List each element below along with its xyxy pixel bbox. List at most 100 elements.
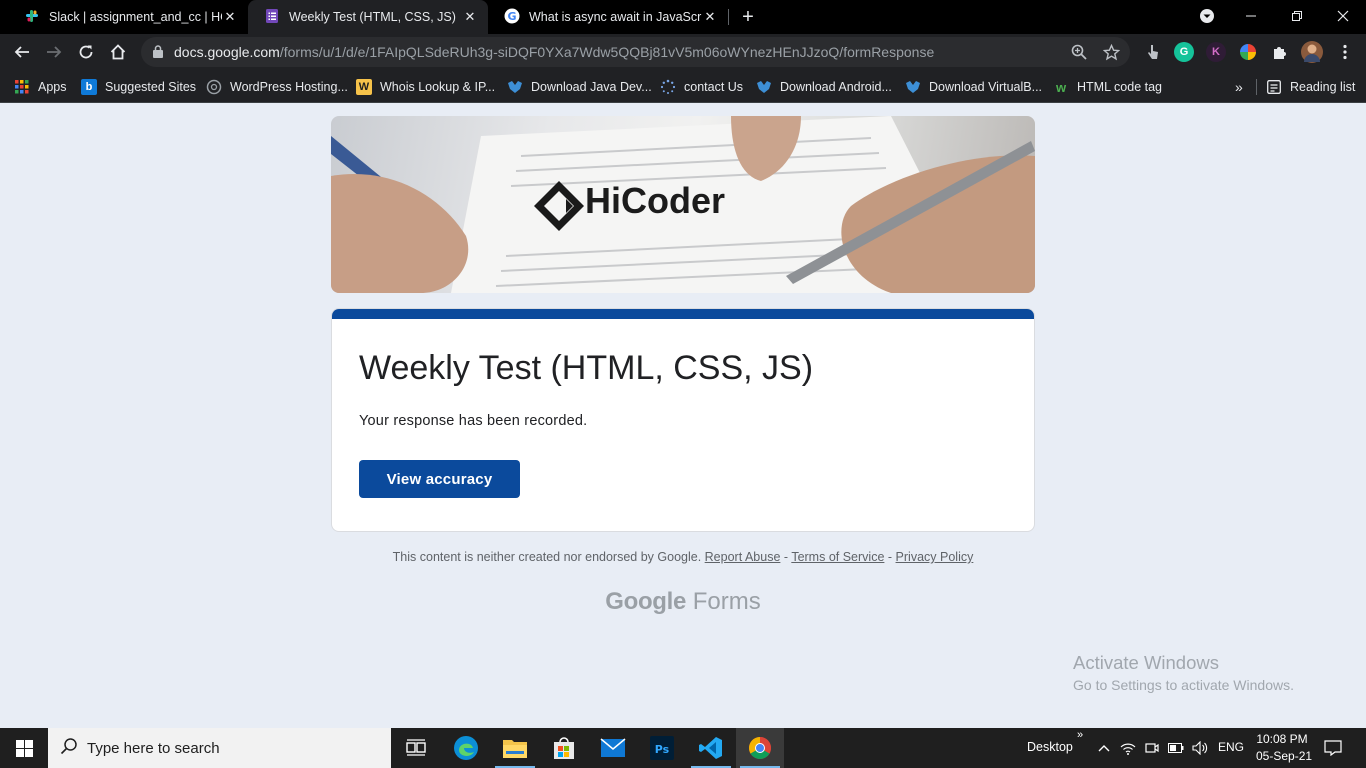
restore-icon	[1292, 11, 1302, 21]
close-icon[interactable]: ✕	[222, 9, 238, 25]
reading-list-button[interactable]: Reading list	[1266, 76, 1355, 98]
reload-icon	[79, 45, 93, 59]
svg-text:Ps: Ps	[655, 743, 670, 756]
reading-list-label: Reading list	[1290, 80, 1356, 94]
form-footer: This content is neither created nor endo…	[331, 550, 1035, 564]
bookmark-contact-us[interactable]: contact Us	[660, 76, 743, 98]
photoshop-icon: Ps	[650, 736, 674, 760]
bookmark-download-java[interactable]: Download Java Dev...	[507, 76, 652, 98]
banner-brand-text: HiCoder	[585, 180, 726, 221]
close-icon[interactable]: ✕	[702, 9, 718, 25]
terms-of-service-link[interactable]: Terms of Service	[791, 550, 884, 564]
bookmark-label: Download Android...	[780, 80, 892, 94]
minimize-icon	[1246, 15, 1256, 17]
forms-wordmark: Forms	[692, 588, 761, 615]
wordpress-hosting-icon	[206, 79, 222, 95]
notifications-icon[interactable]	[1324, 739, 1342, 757]
google-wordmark: Google	[605, 588, 687, 615]
task-view-icon	[406, 739, 426, 756]
confirmation-message: Your response has been recorded.	[359, 413, 588, 429]
url-path: /forms/u/1/d/e/1FAIpQLSdeRUh3g-siDQF0YXa…	[279, 44, 935, 60]
address-bar[interactable]: docs.google.com/forms/u/1/d/e/1FAIpQLSde…	[141, 37, 1130, 67]
search-placeholder: Type here to search	[87, 739, 220, 757]
form-header-image: HiCoder	[331, 116, 1035, 293]
new-tab-button[interactable]: +	[737, 6, 759, 28]
taskbar-chrome[interactable]	[736, 728, 784, 768]
close-window-button[interactable]	[1320, 0, 1366, 32]
w3-icon: w	[1055, 79, 1067, 95]
bookmark-wordpress-hosting[interactable]: WordPress Hosting...	[206, 76, 348, 98]
network-icon[interactable]	[1120, 740, 1136, 756]
bookmark-suggested-sites[interactable]: b Suggested Sites	[81, 76, 196, 98]
back-arrow-icon	[14, 46, 29, 58]
bookmark-apps[interactable]: Apps	[14, 76, 67, 98]
close-icon[interactable]: ✕	[462, 9, 478, 25]
bookmarks-overflow-button[interactable]: »	[1235, 76, 1243, 98]
desktop-toolbar-label[interactable]: Desktop	[1027, 740, 1073, 754]
language-indicator[interactable]: ENG	[1218, 740, 1244, 754]
taskbar-store[interactable]	[540, 728, 588, 768]
taskbar-vscode[interactable]	[687, 728, 735, 768]
bookmark-whois-lookup[interactable]: W Whois Lookup & IP...	[356, 76, 495, 98]
volume-icon[interactable]	[1192, 740, 1208, 756]
view-accuracy-button[interactable]: View accuracy	[359, 460, 520, 498]
minimize-button[interactable]	[1228, 0, 1274, 32]
profile-avatar[interactable]	[1301, 41, 1323, 63]
meet-now-icon[interactable]	[1144, 740, 1160, 756]
taskbar-search-box[interactable]: Type here to search	[48, 728, 391, 768]
restore-button[interactable]	[1274, 0, 1320, 32]
bookmark-download-android[interactable]: Download Android...	[756, 76, 892, 98]
color-picker-extension-icon[interactable]	[1238, 42, 1258, 62]
google-forms-logo[interactable]: Google Forms	[331, 588, 1035, 616]
back-button[interactable]	[8, 38, 36, 66]
svg-text:G: G	[507, 10, 516, 23]
chevron-down-icon	[1200, 9, 1214, 23]
tab-search-button[interactable]	[1184, 0, 1230, 32]
extensions-puzzle-icon[interactable]	[1270, 42, 1290, 62]
form-response-card: Weekly Test (HTML, CSS, JS) Your respons…	[331, 308, 1035, 532]
bookmark-label: Suggested Sites	[105, 80, 197, 94]
bing-icon: b	[81, 79, 97, 95]
home-icon	[110, 44, 126, 60]
taskbar-mail[interactable]	[589, 728, 637, 768]
mail-icon	[600, 738, 626, 757]
close-icon	[1337, 10, 1349, 22]
privacy-policy-link[interactable]: Privacy Policy	[896, 550, 974, 564]
bookmark-star-icon[interactable]	[1102, 43, 1120, 61]
zoom-icon[interactable]	[1070, 43, 1088, 61]
more-menu-icon[interactable]	[1335, 42, 1355, 62]
clock[interactable]: 10:08 PM 05-Sep-21	[1256, 732, 1313, 763]
bookmark-label: Download VirtualB...	[929, 80, 1043, 94]
vscode-icon	[699, 737, 722, 759]
grammarly-icon[interactable]: G	[1174, 42, 1194, 62]
home-button[interactable]	[104, 38, 132, 66]
task-view-button[interactable]	[392, 728, 440, 768]
tab-slack[interactable]: Slack | assignment_and_cc | HCM ✕	[8, 0, 248, 34]
desktop-toolbar-chevron-icon[interactable]: »	[1077, 729, 1083, 741]
forward-button[interactable]	[40, 38, 68, 66]
tab-async-await[interactable]: G What is async await in JavaScript ✕	[488, 0, 728, 34]
bookmarks-bar: Apps b Suggested Sites WordPress Hosting…	[0, 71, 1366, 103]
cursor-extension-icon[interactable]	[1143, 42, 1163, 62]
reading-list-icon	[1266, 79, 1282, 95]
bookmark-label: HTML code tag	[1077, 80, 1162, 94]
taskbar-edge[interactable]	[442, 728, 490, 768]
tab-strip: Slack | assignment_and_cc | HCM ✕ Weekly…	[0, 0, 1366, 34]
tab-weekly-test[interactable]: Weekly Test (HTML, CSS, JS) ✕	[248, 0, 488, 34]
activate-windows-watermark: Activate Windows Go to Settings to activ…	[1073, 652, 1294, 693]
show-hidden-icons-icon[interactable]	[1096, 740, 1112, 756]
taskbar-file-explorer[interactable]	[491, 728, 539, 768]
bookmark-html-code-tag[interactable]: w HTML code tag	[1053, 76, 1162, 98]
filehorse-icon	[756, 79, 772, 95]
reload-button[interactable]	[72, 38, 100, 66]
k-extension-icon[interactable]: K	[1206, 42, 1226, 62]
battery-icon[interactable]	[1168, 740, 1184, 756]
watermark-title: Activate Windows	[1073, 652, 1219, 673]
taskbar-photoshop[interactable]: Ps	[638, 728, 686, 768]
slack-icon	[24, 8, 40, 27]
start-button[interactable]	[0, 728, 48, 768]
report-abuse-link[interactable]: Report Abuse	[705, 550, 781, 564]
clock-date: 05-Sep-21	[1256, 749, 1313, 763]
whois-icon: W	[356, 79, 372, 95]
bookmark-download-virtualbox[interactable]: Download VirtualB...	[905, 76, 1042, 98]
